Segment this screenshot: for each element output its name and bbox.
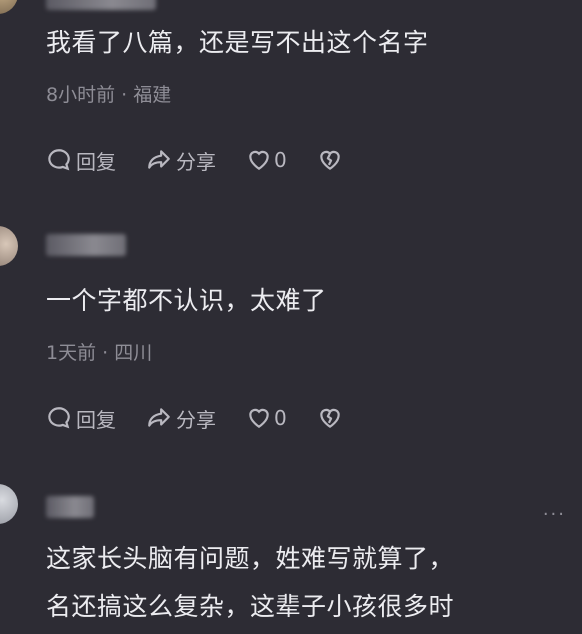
comment-actions: 回复 分享 0 xyxy=(46,403,377,433)
like-count: 0 xyxy=(274,148,287,172)
comment-bubble-icon xyxy=(48,149,70,171)
meta-separator: · xyxy=(115,84,134,106)
more-options-icon[interactable]: ··· xyxy=(543,504,566,525)
comment-meta: 8小时前 · 福建 xyxy=(46,80,171,107)
like-button[interactable]: 0 xyxy=(246,147,287,173)
avatar[interactable] xyxy=(0,0,18,14)
avatar[interactable] xyxy=(0,484,18,524)
share-button[interactable]: 分享 xyxy=(146,146,216,175)
share-button[interactable]: 分享 xyxy=(146,404,216,433)
dislike-button[interactable] xyxy=(317,147,347,173)
reply-label: 回复 xyxy=(76,407,116,432)
comment-location: 福建 xyxy=(133,84,172,106)
like-button[interactable]: 0 xyxy=(246,405,287,431)
share-arrow-icon xyxy=(148,150,170,169)
comment-actions: 回复 分享 0 xyxy=(46,145,377,175)
comment-text: 我看了八篇，还是写不出这个名字 xyxy=(46,28,429,57)
comment-bubble-icon xyxy=(48,407,70,429)
comment-time: 1天前 xyxy=(46,342,97,364)
comment-text-line-2: 名还搞这么复杂，这辈子小孩很多时 xyxy=(46,592,455,621)
username-blurred[interactable] xyxy=(46,234,126,256)
dislike-button[interactable] xyxy=(317,405,347,431)
heart-icon xyxy=(249,408,269,428)
reply-label: 回复 xyxy=(76,149,116,174)
reply-button[interactable]: 回复 xyxy=(46,146,116,175)
share-label: 分享 xyxy=(176,149,216,174)
username-blurred[interactable] xyxy=(46,496,94,518)
share-label: 分享 xyxy=(176,407,216,432)
broken-heart-icon xyxy=(319,408,340,428)
comment-location: 四川 xyxy=(114,342,153,364)
share-arrow-icon xyxy=(148,408,170,427)
broken-heart-icon xyxy=(319,150,340,170)
username-blurred[interactable] xyxy=(46,0,156,10)
comment-text-line-1: 这家长头脑有问题，姓难写就算了， xyxy=(46,544,455,573)
avatar[interactable] xyxy=(0,226,18,266)
comment-time: 8小时前 xyxy=(46,84,116,106)
meta-separator: · xyxy=(96,342,115,364)
like-count: 0 xyxy=(274,406,287,430)
comment-text: 一个字都不认识，太难了 xyxy=(46,286,327,315)
reply-button[interactable]: 回复 xyxy=(46,404,116,433)
heart-icon xyxy=(249,150,269,170)
comment-meta: 1天前 · 四川 xyxy=(46,338,152,365)
